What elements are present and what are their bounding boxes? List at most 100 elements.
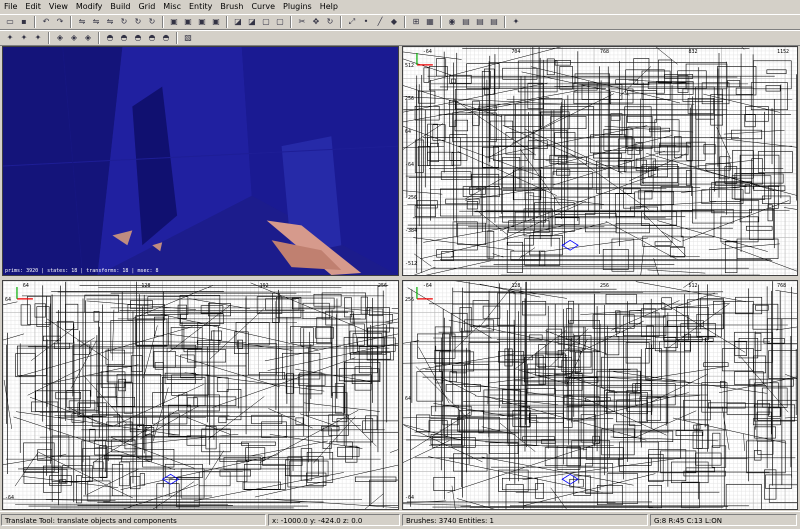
tick-label-left: -256	[405, 195, 417, 201]
cat-d-icon[interactable]: ◓	[146, 32, 158, 44]
toolbar-separator	[34, 16, 36, 28]
select-partial-tall-icon[interactable]: ▣	[196, 16, 208, 28]
edge-edit-icon[interactable]: ╱	[374, 16, 386, 28]
rotate-x-icon[interactable]: ↻	[118, 16, 130, 28]
csg-merge-icon[interactable]: ◪	[246, 16, 258, 28]
menu-bar: FileEditViewModifyBuildGridMiscEntityBru…	[0, 0, 800, 15]
face-edit-icon[interactable]: ◆	[388, 16, 400, 28]
toolbar-separator	[504, 16, 506, 28]
gen-surf-icon[interactable]: ▧	[182, 32, 194, 44]
menu-edit[interactable]: Edit	[21, 0, 45, 14]
camera-render	[3, 47, 398, 275]
toolbar-separator	[340, 16, 342, 28]
toolbar-separator	[176, 32, 178, 44]
tick-label-left: -512	[405, 261, 417, 267]
vertex-edit-icon[interactable]: •	[360, 16, 372, 28]
tick-label-top: 832	[689, 49, 698, 55]
tick-label-top: 192	[260, 283, 269, 289]
menu-file[interactable]: File	[0, 0, 21, 14]
plugin-a-icon[interactable]: ✦	[4, 32, 16, 44]
side-viewport-yz[interactable]: -64 128 256 512 768 256 64 -64	[402, 280, 798, 510]
yz-wireframe: -64 128 256 512 768 256 64 -64	[403, 281, 797, 509]
select-inside-icon[interactable]: ▣	[210, 16, 222, 28]
toolbar-separator	[290, 16, 292, 28]
bobtoolz-icon[interactable]: ◈	[54, 32, 66, 44]
make-room-icon[interactable]: ▢	[274, 16, 286, 28]
tick-label-left: -64	[405, 495, 414, 501]
main-toolbar: ▭▪↶↷⇋⇋⇋↻↻↻▣▣▣▣◪◪▢▢✂✥↻⤢•╱◆⊞▦◉▤▤▤✦	[0, 14, 800, 30]
menu-entity[interactable]: Entity	[185, 0, 216, 14]
tick-label-left: 64	[405, 129, 411, 135]
top-viewport-xy[interactable]: -64704768832115251225664-64-256-384-512	[402, 46, 798, 276]
tick-label-top: 128	[511, 283, 520, 289]
menu-modify[interactable]: Modify	[72, 0, 107, 14]
tick-label-top: -64	[423, 283, 432, 289]
view-xy-icon[interactable]: ▤	[460, 16, 472, 28]
menu-misc[interactable]: Misc	[159, 0, 185, 14]
plugin-c-icon[interactable]: ✦	[32, 32, 44, 44]
menu-grid[interactable]: Grid	[134, 0, 159, 14]
status-counts: Brushes: 3740 Entities: 1	[402, 514, 648, 526]
tick-label-top: 512	[689, 283, 698, 289]
tick-label-left: 512	[405, 63, 414, 69]
texture-lock-icon[interactable]: ⊞	[410, 16, 422, 28]
flip-y-icon[interactable]: ⇋	[90, 16, 102, 28]
tick-label-top: 768	[600, 49, 609, 55]
menu-view[interactable]: View	[45, 0, 72, 14]
redo-icon[interactable]: ↷	[54, 16, 66, 28]
plugin-icon[interactable]: ✦	[510, 16, 522, 28]
select-touching-icon[interactable]: ▣	[182, 16, 194, 28]
undo-icon[interactable]: ↶	[40, 16, 52, 28]
rotate-icon[interactable]: ↻	[324, 16, 336, 28]
tick-label-left: -384	[405, 228, 417, 234]
tick-label-left: 256	[405, 96, 414, 102]
make-hollow-icon[interactable]: ▢	[260, 16, 272, 28]
tick-label-left: -64	[5, 495, 14, 501]
translate-icon[interactable]: ✥	[310, 16, 322, 28]
rotate-z-icon[interactable]: ↻	[146, 16, 158, 28]
tick-label-top: 64	[23, 283, 29, 289]
front-viewport-xz[interactable]: 6412819225664-64	[2, 280, 399, 510]
select-complete-tall-icon[interactable]: ▣	[168, 16, 180, 28]
tick-label-top: 1152	[777, 49, 789, 55]
status-grid: G:8 R:45 C:13 L:ON	[650, 514, 797, 526]
status-bar: Translate Tool: translate objects and co…	[0, 511, 800, 529]
patch-icon[interactable]: ▦	[424, 16, 436, 28]
tick-label-top: 768	[777, 283, 786, 289]
clipper-icon[interactable]: ✂	[296, 16, 308, 28]
open-icon[interactable]: ▭	[4, 16, 16, 28]
menu-help[interactable]: Help	[316, 0, 342, 14]
flip-x-icon[interactable]: ⇋	[76, 16, 88, 28]
tick-label-left: 64	[405, 396, 411, 402]
cat-c-icon[interactable]: ◓	[132, 32, 144, 44]
tick-label-top: 256	[600, 283, 609, 289]
camera-viewport[interactable]: prims: 3920 | states: 18 | transforms: 1…	[2, 46, 399, 276]
view-xz-icon[interactable]: ▤	[474, 16, 486, 28]
menu-curve[interactable]: Curve	[247, 0, 279, 14]
bobtoolz-c-icon[interactable]: ◈	[82, 32, 94, 44]
camera-icon[interactable]: ◉	[446, 16, 458, 28]
flip-z-icon[interactable]: ⇋	[104, 16, 116, 28]
save-icon[interactable]: ▪	[18, 16, 30, 28]
view-yz-icon[interactable]: ▤	[488, 16, 500, 28]
rotate-y-icon[interactable]: ↻	[132, 16, 144, 28]
tick-label-top: 704	[511, 49, 520, 55]
tick-label-top: -64	[423, 49, 432, 55]
toolbar-separator	[226, 16, 228, 28]
menu-plugins[interactable]: Plugins	[279, 0, 316, 14]
plugin-b-icon[interactable]: ✦	[18, 32, 30, 44]
cat-b-icon[interactable]: ◓	[118, 32, 130, 44]
scale-icon[interactable]: ⤢	[346, 16, 358, 28]
tick-label-left: 64	[5, 297, 11, 303]
cat-e-icon[interactable]: ◓	[160, 32, 172, 44]
csg-subtract-icon[interactable]: ◪	[232, 16, 244, 28]
tick-label-top: 128	[141, 283, 150, 289]
camera-stats: prims: 3920 | states: 18 | transforms: 1…	[5, 268, 159, 274]
cat-a-icon[interactable]: ◓	[104, 32, 116, 44]
toolbar-separator	[440, 16, 442, 28]
menu-build[interactable]: Build	[106, 0, 134, 14]
menu-brush[interactable]: Brush	[216, 0, 247, 14]
xy-wireframe: -64704768832115251225664-64-256-384-512	[403, 47, 797, 275]
bobtoolz-b-icon[interactable]: ◈	[68, 32, 80, 44]
tick-label-left: 256	[405, 297, 414, 303]
